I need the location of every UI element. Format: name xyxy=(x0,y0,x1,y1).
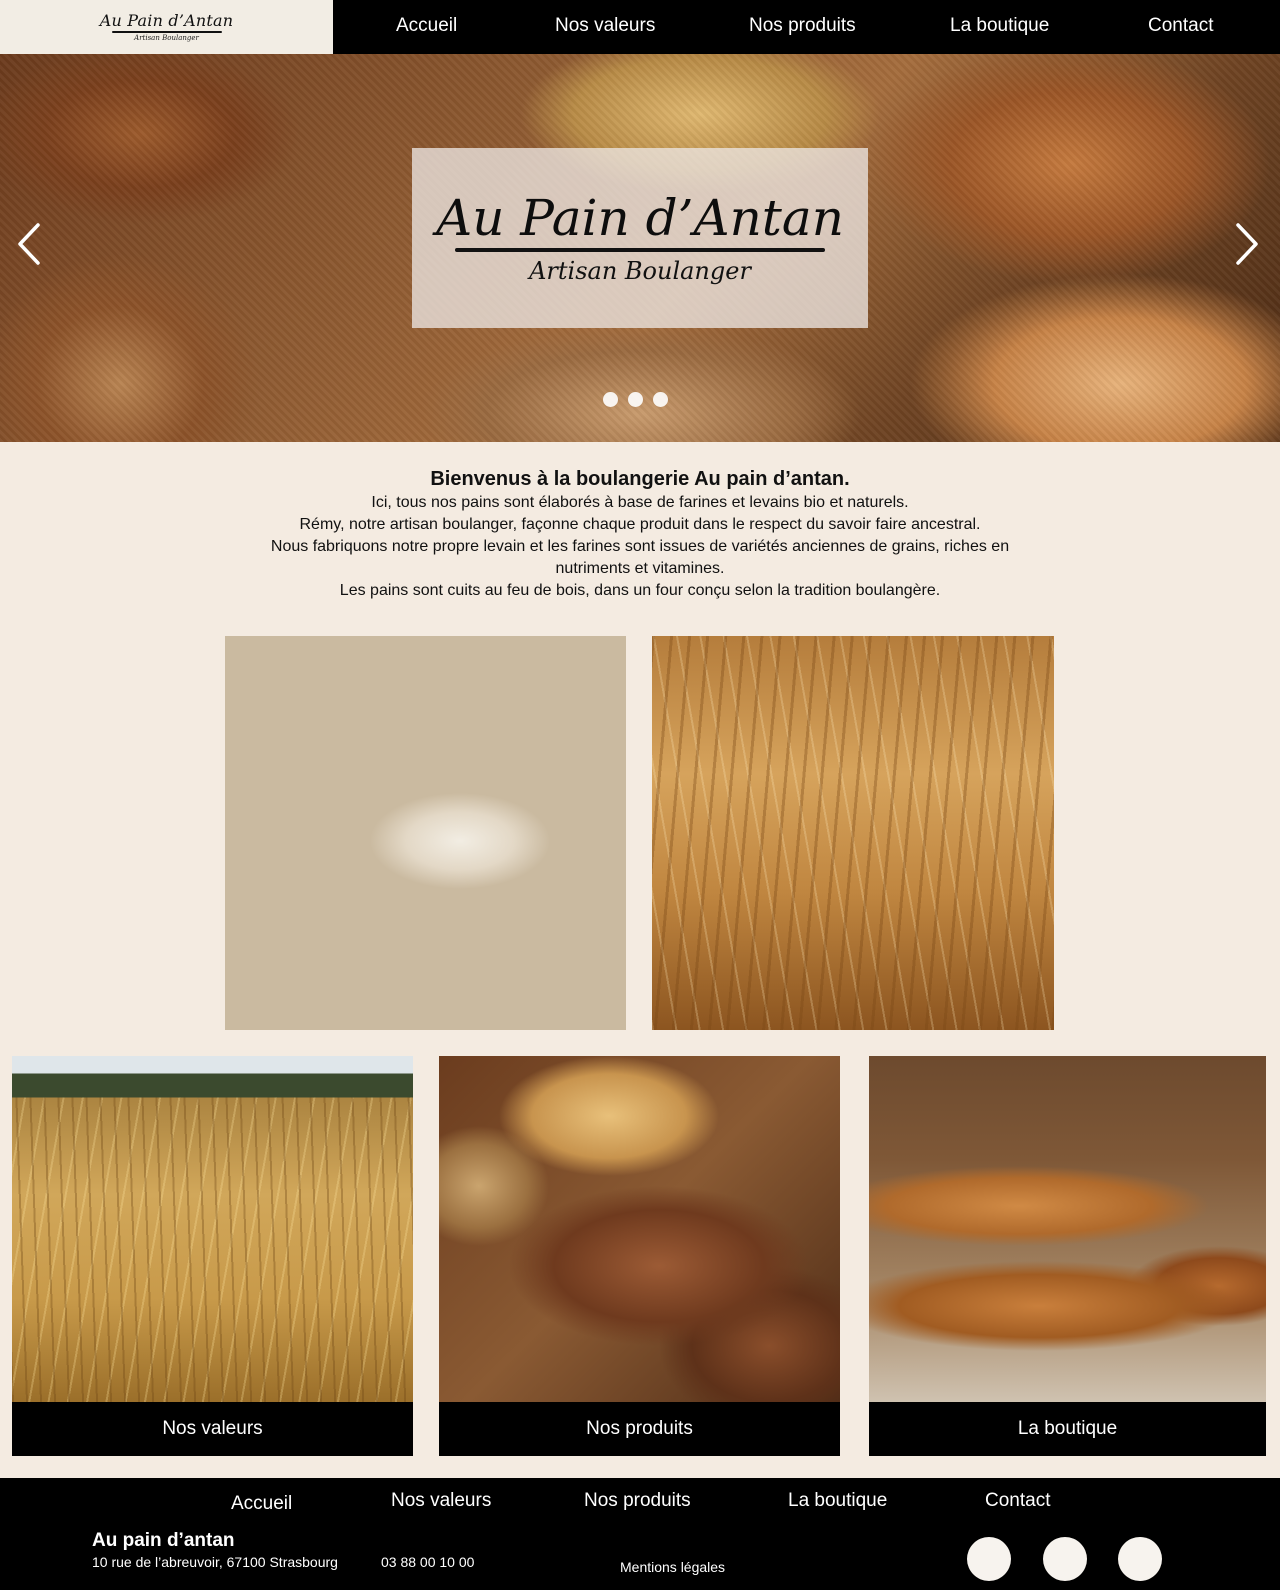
footer-business-name: Au pain d’antan xyxy=(92,1530,235,1551)
footer-nav-contact[interactable]: Contact xyxy=(985,1488,1050,1514)
social-button[interactable] xyxy=(1043,1537,1087,1581)
nav-nos-valeurs[interactable]: Nos valeurs xyxy=(555,12,655,40)
card-label: Nos valeurs xyxy=(12,1402,413,1456)
chevron-right-icon xyxy=(1236,223,1258,265)
intro-section: Bienvenus à la boulangerie Au pain d’ant… xyxy=(200,466,1080,602)
hero-title: Au Pain d’Antan xyxy=(436,189,844,247)
footer-nav-nos-produits[interactable]: Nos produits xyxy=(584,1488,691,1514)
footer-nav-accueil[interactable]: Accueil xyxy=(231,1491,292,1517)
carousel-prev-button[interactable] xyxy=(14,222,44,266)
baker-oven-photo xyxy=(225,636,626,1030)
nav-accueil[interactable]: Accueil xyxy=(396,12,457,40)
intro-line: Nous fabriquons notre propre levain et l… xyxy=(270,538,1010,555)
logo-title: Au Pain d’Antan xyxy=(99,10,234,30)
card-la-boutique[interactable]: La boutique xyxy=(869,1056,1266,1456)
logo[interactable]: Au Pain d’Antan Artisan Boulanger xyxy=(0,0,333,54)
nav-nos-produits[interactable]: Nos produits xyxy=(749,12,856,40)
card-nos-produits[interactable]: Nos produits xyxy=(439,1056,840,1456)
hero-title-card: Au Pain d’Antan Artisan Boulanger xyxy=(412,148,868,328)
carousel-dot[interactable] xyxy=(628,392,643,407)
footer-address: 10 rue de l’abreuvoir, 67100 Strasbourg xyxy=(92,1554,338,1570)
logo-subtitle: Artisan Boulanger xyxy=(134,33,199,42)
card-nos-valeurs[interactable]: Nos valeurs xyxy=(12,1056,413,1456)
intro-line: Les pains sont cuits au feu de bois, dan… xyxy=(339,582,941,599)
hero-underline xyxy=(455,248,825,252)
footer-phone: 03 88 00 10 00 xyxy=(381,1554,475,1570)
hero-carousel: Au Pain d’Antan Artisan Boulanger xyxy=(0,54,1280,442)
hero-subtitle: Artisan Boulanger xyxy=(529,257,751,285)
card-label: La boutique xyxy=(869,1402,1266,1456)
site-footer: Accueil Nos valeurs Nos produits La bout… xyxy=(0,1478,1280,1590)
carousel-next-button[interactable] xyxy=(1232,222,1262,266)
wheat-field-photo xyxy=(12,1056,413,1402)
intro-line: Ici, tous nos pains sont élaborés à base… xyxy=(371,494,909,511)
intro-line: Rémy, notre artisan boulanger, façonne c… xyxy=(299,516,981,533)
footer-nav-nos-valeurs[interactable]: Nos valeurs xyxy=(391,1488,491,1514)
wheat-photo xyxy=(652,636,1054,1030)
carousel-dots xyxy=(603,392,668,407)
footer-nav-la-boutique[interactable]: La boutique xyxy=(788,1488,887,1514)
chevron-left-icon xyxy=(18,223,40,265)
carousel-dot[interactable] xyxy=(653,392,668,407)
card-label: Nos produits xyxy=(439,1402,840,1456)
carousel-dot[interactable] xyxy=(603,392,618,407)
intro-line: nutriments et vitamines. xyxy=(555,560,725,577)
intro-title: Bienvenus à la boulangerie Au pain d’ant… xyxy=(430,468,850,490)
social-button[interactable] xyxy=(1118,1537,1162,1581)
site-header: Au Pain d’Antan Artisan Boulanger Accuei… xyxy=(0,0,1280,54)
nav-la-boutique[interactable]: La boutique xyxy=(950,12,1049,40)
social-button[interactable] xyxy=(967,1537,1011,1581)
footer-legal-link[interactable]: Mentions légales xyxy=(620,1558,725,1576)
baguettes-photo xyxy=(869,1056,1266,1402)
loaves-photo xyxy=(439,1056,840,1402)
nav-contact[interactable]: Contact xyxy=(1148,12,1213,40)
